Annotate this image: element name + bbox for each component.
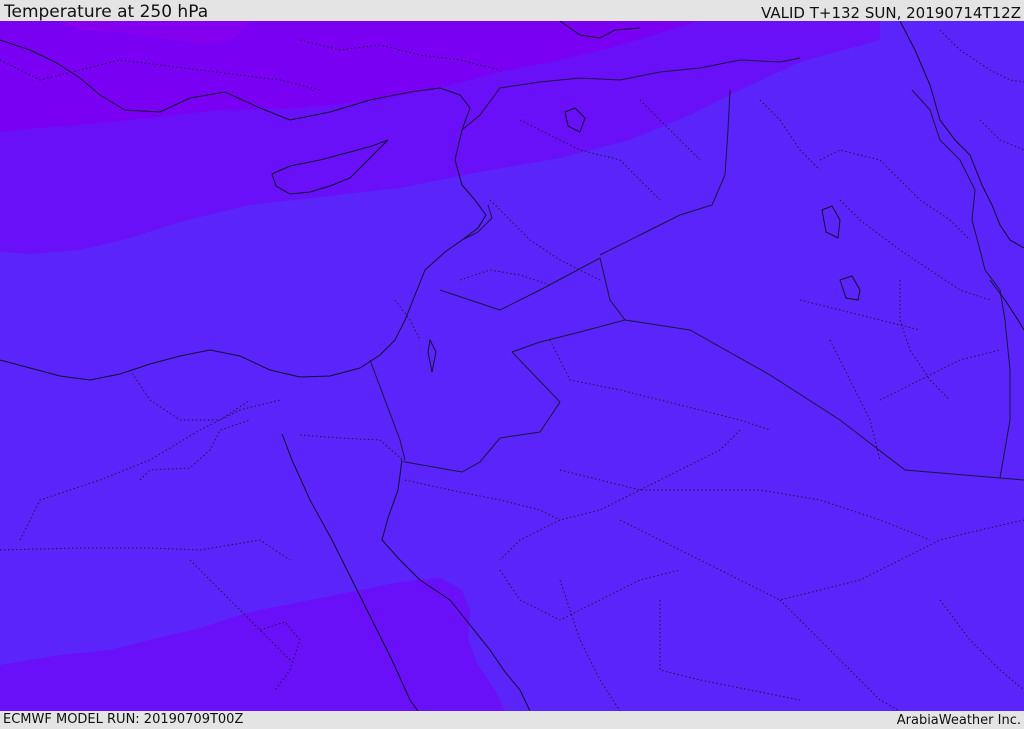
map-header: Temperature at 250 hPa VALID T+132 SUN, …: [0, 0, 1024, 21]
provider-label: ArabiaWeather Inc.: [896, 713, 1021, 728]
map-footer: ECMWF MODEL RUN: 20190709T00Z ArabiaWeat…: [0, 711, 1024, 729]
map-canvas: [0, 21, 1024, 711]
temperature-map: [0, 21, 1024, 711]
weather-map-frame: Temperature at 250 hPa VALID T+132 SUN, …: [0, 0, 1024, 729]
model-run-label: ECMWF MODEL RUN: 20190709T00Z: [3, 712, 244, 727]
valid-time-label: VALID T+132 SUN, 20190714T12Z: [761, 4, 1021, 22]
map-title: Temperature at 250 hPa: [4, 2, 209, 22]
